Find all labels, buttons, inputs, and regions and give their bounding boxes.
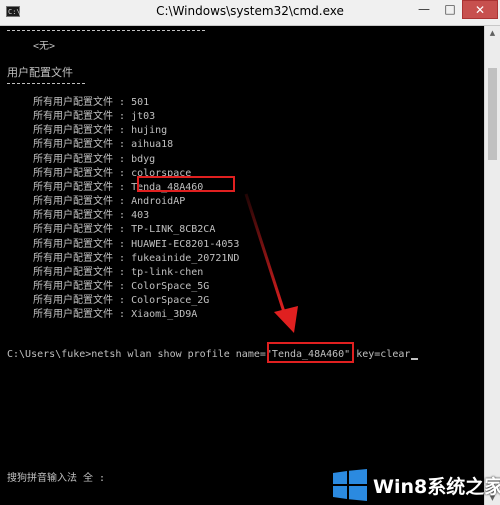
command-text: netsh wlan show profile name= <box>91 349 266 360</box>
profile-row: 所有用户配置文件 : ColorSpace_5G <box>33 280 209 293</box>
profile-row: 所有用户配置文件 : fukeainide_20721ND <box>33 252 239 265</box>
scroll-up-icon[interactable]: ▲ <box>485 26 500 40</box>
watermark: Win8系统之家 <box>331 463 500 505</box>
profile-row-prefix: 所有用户配置文件 : <box>33 153 132 165</box>
profile-name: TP-LINK_8CB2CA <box>131 224 216 236</box>
minimize-button[interactable]: — <box>412 0 436 19</box>
profile-row: 所有用户配置文件 : HUAWEI-EC8201-4053 <box>33 238 239 251</box>
profile-name: bdyg <box>131 153 156 165</box>
profile-row-prefix: 所有用户配置文件 : <box>33 196 132 208</box>
console-output[interactable]: <无> 用户配置文件 所有用户配置文件 : 501 所有用户配置文件 : jt03… <box>0 26 484 496</box>
profile-name: ColorSpace_5G <box>131 280 210 292</box>
close-button[interactable]: ✕ <box>462 0 498 19</box>
profile-row: 所有用户配置文件 : aihua18 <box>33 138 173 151</box>
profile-name: hujing <box>131 125 168 137</box>
profile-row-prefix: 所有用户配置文件 : <box>33 266 132 278</box>
profile-row-prefix: 所有用户配置文件 : <box>33 295 132 307</box>
profile-row-prefix: 所有用户配置文件 : <box>33 167 132 179</box>
profile-row-prefix: 所有用户配置文件 : <box>33 224 132 236</box>
maximize-icon: □ <box>444 2 456 16</box>
profile-name: jt03 <box>131 111 156 123</box>
prompt: C:\Users\fuke> <box>7 349 92 360</box>
profile-row-prefix: 所有用户配置文件 : <box>33 125 132 137</box>
profile-row: 所有用户配置文件 : AndroidAP <box>33 195 185 208</box>
separator-line <box>7 83 85 86</box>
profile-name: AndroidAP <box>131 196 186 208</box>
title-bar[interactable]: C:\ C:\Windows\system32\cmd.exe — □ ✕ <box>0 0 500 26</box>
none-label: <无> <box>33 41 56 52</box>
vertical-scrollbar[interactable]: ▲ ▼ <box>484 26 500 505</box>
profile-row: 所有用户配置文件 : hujing <box>33 124 167 137</box>
windows-logo-icon <box>333 469 367 501</box>
profile-row-prefix: 所有用户配置文件 : <box>33 181 132 193</box>
profile-name: ColorSpace_2G <box>131 295 210 307</box>
profile-name: fukeainide_20721ND <box>131 252 240 264</box>
profile-row-prefix: 所有用户配置文件 : <box>33 111 132 123</box>
profile-row-prefix: 所有用户配置文件 : <box>33 210 132 222</box>
profile-row-prefix: 所有用户配置文件 : <box>33 139 132 151</box>
profile-row: 所有用户配置文件 : TP-LINK_8CB2CA <box>33 223 215 236</box>
profile-row: 所有用户配置文件 : 501 <box>33 96 149 109</box>
profile-row: 所有用户配置文件 : bdyg <box>33 153 155 166</box>
section-title: 用户配置文件 <box>7 66 73 79</box>
profile-row-prefix: 所有用户配置文件 : <box>33 238 132 250</box>
text-cursor <box>411 358 419 360</box>
profile-row: 所有用户配置文件 : 403 <box>33 209 149 222</box>
profile-row: 所有用户配置文件 : ColorSpace_2G <box>33 294 209 307</box>
maximize-button[interactable]: □ <box>438 0 462 19</box>
profile-highlight-box <box>137 176 235 192</box>
scroll-thumb[interactable] <box>488 68 497 160</box>
command-line[interactable]: C:\Users\fuke>netsh wlan show profile na… <box>7 348 419 361</box>
profile-row-prefix: 所有用户配置文件 : <box>33 252 132 264</box>
profile-name: HUAWEI-EC8201-4053 <box>131 238 240 250</box>
command-highlight-box <box>267 342 354 363</box>
profile-name: Xiaomi_3D9A <box>131 309 198 321</box>
close-icon: ✕ <box>474 3 486 17</box>
profile-row-prefix: 所有用户配置文件 : <box>33 280 132 292</box>
ime-status: 搜狗拼音输入法 全 : <box>7 473 106 484</box>
profile-name: tp-link-chen <box>131 266 204 278</box>
separator-line <box>7 30 205 33</box>
profile-row-prefix: 所有用户配置文件 : <box>33 309 132 321</box>
profile-row: 所有用户配置文件 : Xiaomi_3D9A <box>33 308 197 321</box>
profile-row-prefix: 所有用户配置文件 : <box>33 97 132 108</box>
command-key-arg: key=clear <box>350 349 411 360</box>
cmd-window: C:\ C:\Windows\system32\cmd.exe — □ ✕ <无… <box>0 0 500 505</box>
minimize-icon: — <box>418 2 430 16</box>
profile-name: 403 <box>131 210 150 222</box>
profile-name: 501 <box>131 97 150 108</box>
watermark-text: Win8系统之家 <box>373 476 500 498</box>
profile-name: aihua18 <box>131 139 174 151</box>
profile-row: 所有用户配置文件 : jt03 <box>33 110 155 123</box>
profile-row: 所有用户配置文件 : tp-link-chen <box>33 266 203 279</box>
